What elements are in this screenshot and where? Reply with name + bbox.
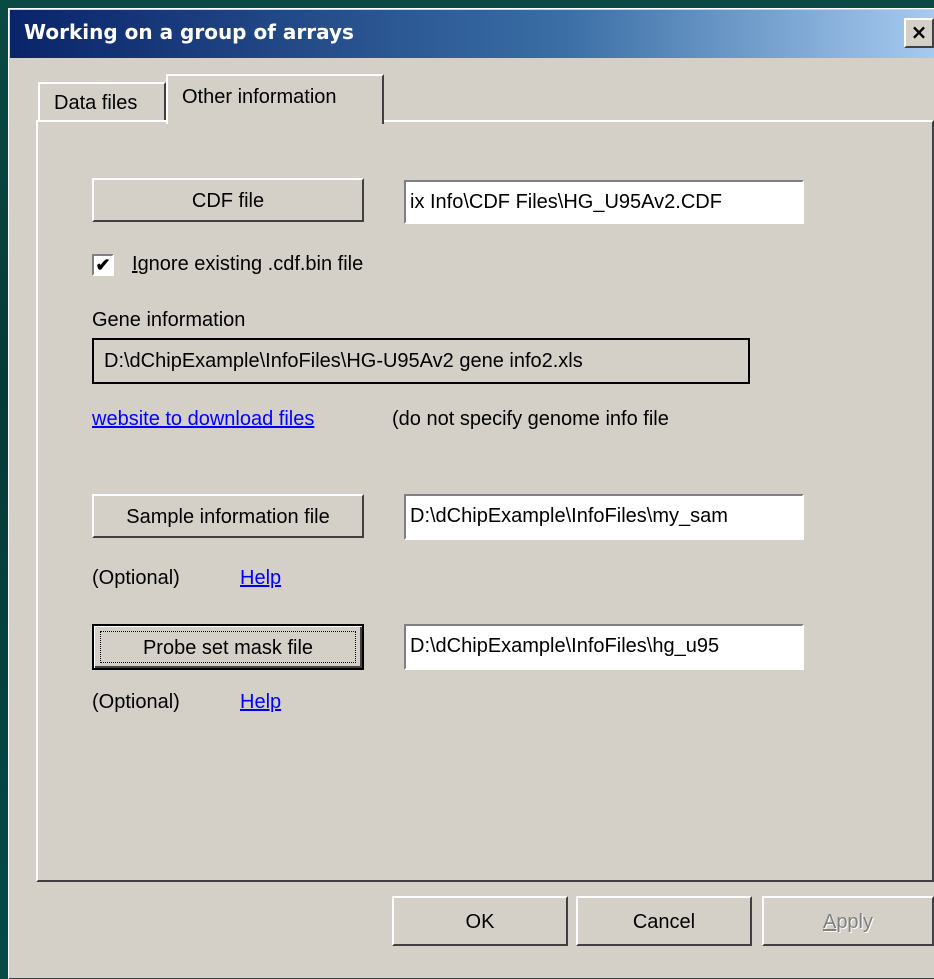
sample-help-link[interactable]: Help — [240, 567, 281, 590]
title-bar[interactable]: Working on a group of arrays — [10, 10, 934, 58]
cancel-button[interactable]: Cancel — [576, 896, 752, 946]
genome-info-note: (do not specify genome info file — [392, 408, 669, 430]
window-title: Working on a group of arrays — [24, 20, 354, 44]
ignore-cdf-bin-checkbox[interactable]: ✔ — [92, 254, 114, 276]
apply-button[interactable]: Apply — [762, 896, 934, 946]
tab-data-files[interactable]: Data files — [38, 82, 166, 120]
cdf-path-field[interactable]: ix Info\CDF Files\HG_U95Av2.CDF — [404, 180, 804, 224]
mask-help-link[interactable]: Help — [240, 691, 281, 714]
cdf-file-button-label: CDF file — [191, 190, 265, 212]
tab-other-information[interactable]: Other information — [166, 74, 384, 124]
gene-information-heading: Gene information — [92, 309, 246, 331]
gene-info-path-field: D:\dChipExample\InfoFiles\HG-U95Av2 gene… — [92, 338, 750, 384]
sample-optional-label: (Optional) — [92, 567, 180, 589]
cdf-file-button[interactable]: CDF file — [92, 178, 364, 222]
mask-path-field[interactable]: D:\dChipExample\InfoFiles\hg_u95 — [404, 624, 804, 670]
download-files-link[interactable]: website to download files — [92, 408, 314, 431]
ignore-cdf-bin-label-rest: gnore existing .cdf.bin file — [137, 253, 364, 275]
probe-set-mask-file-button[interactable]: Probe set mask file — [92, 624, 364, 670]
cancel-button-label: Cancel — [632, 911, 696, 933]
ok-button[interactable]: OK — [392, 896, 568, 946]
sample-info-path-field[interactable]: D:\dChipExample\InfoFiles\my_sam — [404, 494, 804, 540]
focus-rectangle — [100, 631, 356, 663]
sample-information-file-button[interactable]: Sample information file — [92, 494, 364, 538]
mask-optional-label: (Optional) — [92, 691, 180, 713]
apply-button-label: pply — [836, 911, 874, 933]
ignore-cdf-bin-label[interactable]: Ignore existing .cdf.bin file — [132, 253, 363, 276]
sample-information-file-button-label: Sample information file — [126, 506, 330, 528]
close-icon[interactable]: × — [904, 18, 934, 48]
ok-button-label: OK — [465, 911, 495, 933]
apply-accelerator: A — [822, 911, 837, 933]
